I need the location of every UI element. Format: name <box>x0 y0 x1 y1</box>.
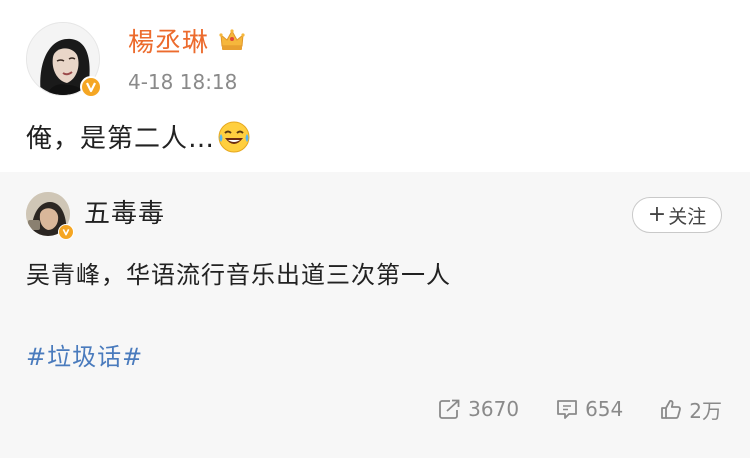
comment-count: 654 <box>585 397 624 421</box>
hashtag-link[interactable]: #垃圾话# <box>26 340 143 374</box>
thumbs-up-icon <box>661 400 682 419</box>
post-text: 俺，是第二人… <box>26 124 216 154</box>
post-body: 俺，是第二人… <box>26 120 251 156</box>
like-count: 2万 <box>689 398 722 423</box>
follow-button[interactable]: + 关注 <box>632 197 722 233</box>
author-avatar[interactable] <box>26 22 104 100</box>
weibo-post: 楊丞琳 4-18 18:18 俺，是第二人… <box>0 0 750 172</box>
verified-badge-icon <box>58 224 74 240</box>
repost-action[interactable]: 3670 <box>438 397 519 421</box>
comment-action[interactable]: 654 <box>555 397 623 421</box>
repost-text: 吴青峰，华语流行音乐出道三次第一人 <box>26 261 451 289</box>
repost-author-name[interactable]: 五毒毒 <box>84 198 165 230</box>
reposted-card[interactable]: 五毒毒 + 关注 吴青峰，华语流行音乐出道三次第一人 #垃圾话# 3670 65… <box>0 172 750 458</box>
like-action[interactable]: 2万 <box>659 395 722 424</box>
post-timestamp: 4-18 18:18 <box>128 70 238 94</box>
action-bar: 3670 654 2万 <box>402 394 722 424</box>
repost-author-avatar[interactable] <box>26 192 74 240</box>
share-icon <box>439 399 460 419</box>
laughing-crying-emoji-icon <box>218 121 250 153</box>
follow-label: 关注 <box>668 205 707 228</box>
comment-icon <box>557 400 577 419</box>
author-name[interactable]: 楊丞琳 <box>128 28 209 58</box>
verified-badge-icon <box>80 76 102 98</box>
repost-count: 3670 <box>468 397 520 421</box>
crown-icon[interactable] <box>218 26 246 54</box>
plus-icon: + <box>647 202 667 227</box>
